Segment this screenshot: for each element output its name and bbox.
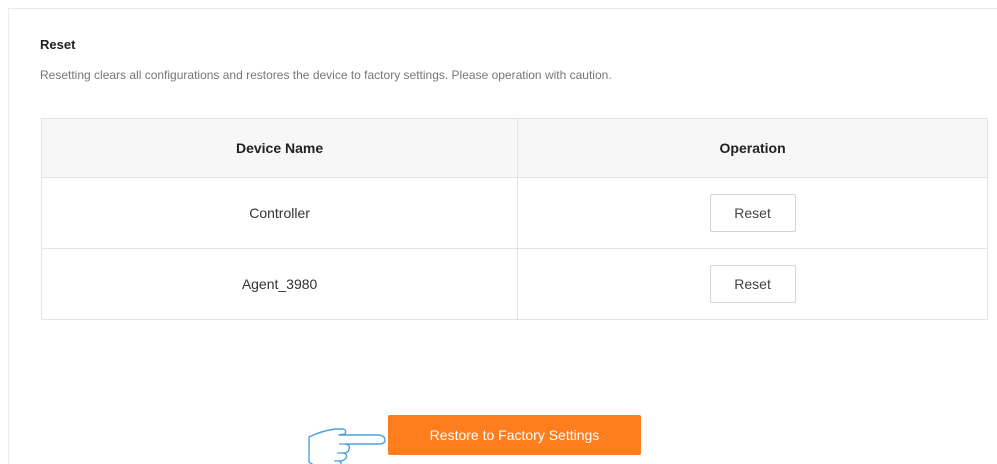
pointing-hand-icon [308,428,386,464]
reset-agent-button[interactable]: Reset [709,265,796,303]
page: Reset Resetting clears all configuration… [0,0,997,464]
reset-controller-button[interactable]: Reset [709,194,796,232]
device-name-cell: Agent_3980 [40,248,519,320]
section-description: Resetting clears all configurations and … [40,68,612,82]
column-header-operation: Operation [517,118,988,178]
reset-panel: Reset Resetting clears all configuration… [8,8,997,464]
device-table: Device Name Operation Controller Reset A… [40,118,988,320]
operation-cell: Reset [517,248,988,320]
operation-cell: Reset [517,177,988,249]
restore-factory-settings-button[interactable]: Restore to Factory Settings [388,415,641,455]
column-header-device-name: Device Name [40,118,519,178]
table-row: Controller Reset [40,177,988,249]
table-row: Agent_3980 Reset [40,248,988,320]
section-title: Reset [40,37,76,52]
table-header-row: Device Name Operation [40,118,988,178]
device-name-cell: Controller [40,177,519,249]
